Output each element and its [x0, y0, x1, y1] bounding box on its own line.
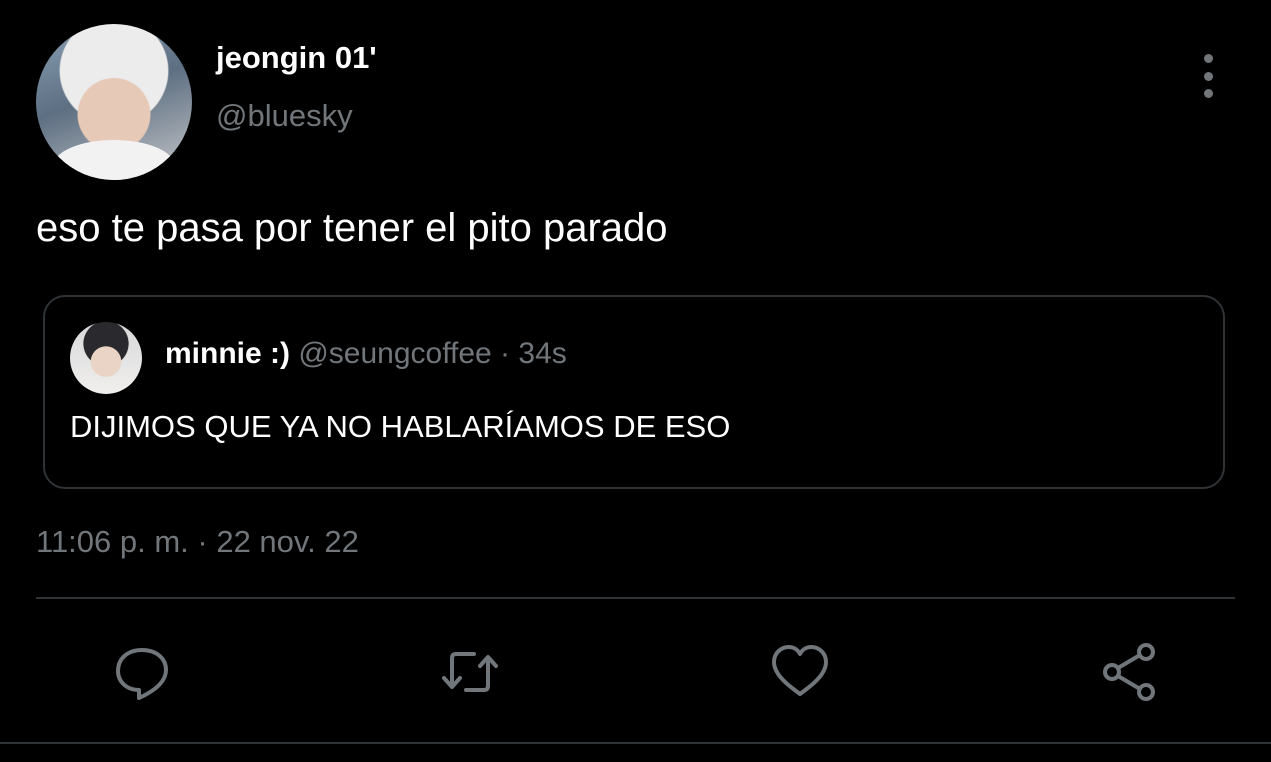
quoted-tweet-text: DIJIMOS QUE YA NO HABLARÍAMOS DE ESO [70, 409, 731, 444]
bottom-divider [0, 742, 1271, 744]
like-icon [772, 645, 828, 696]
divider [36, 597, 1235, 599]
author-avatar[interactable] [36, 24, 192, 180]
retweet-button[interactable] [438, 640, 502, 704]
tweet-timestamp: 11:06 p. m. · 22 nov. 22 [36, 524, 359, 559]
author-handle[interactable]: @bluesky [216, 98, 353, 134]
share-icon [1103, 643, 1155, 701]
quoted-author-meta: @seungcoffee · 34s [298, 337, 567, 370]
like-button[interactable] [768, 640, 832, 704]
author-display-name[interactable]: jeongin 01' [216, 40, 377, 76]
quoted-author-name: minnie :) [165, 337, 290, 370]
retweet-icon [442, 652, 498, 692]
reply-icon [116, 648, 168, 700]
reply-button[interactable] [110, 640, 174, 704]
quoted-tweet-card[interactable]: minnie :) @seungcoffee · 34s DIJIMOS QUE… [43, 295, 1225, 489]
tweet-text: eso te pasa por tener el pito parado [36, 206, 668, 250]
more-dots-icon [1203, 54, 1213, 63]
quoted-author-avatar [70, 322, 142, 394]
quoted-tweet-header: minnie :) @seungcoffee · 34s [165, 337, 567, 371]
more-options-button[interactable] [1196, 54, 1220, 98]
share-button[interactable] [1098, 640, 1162, 704]
